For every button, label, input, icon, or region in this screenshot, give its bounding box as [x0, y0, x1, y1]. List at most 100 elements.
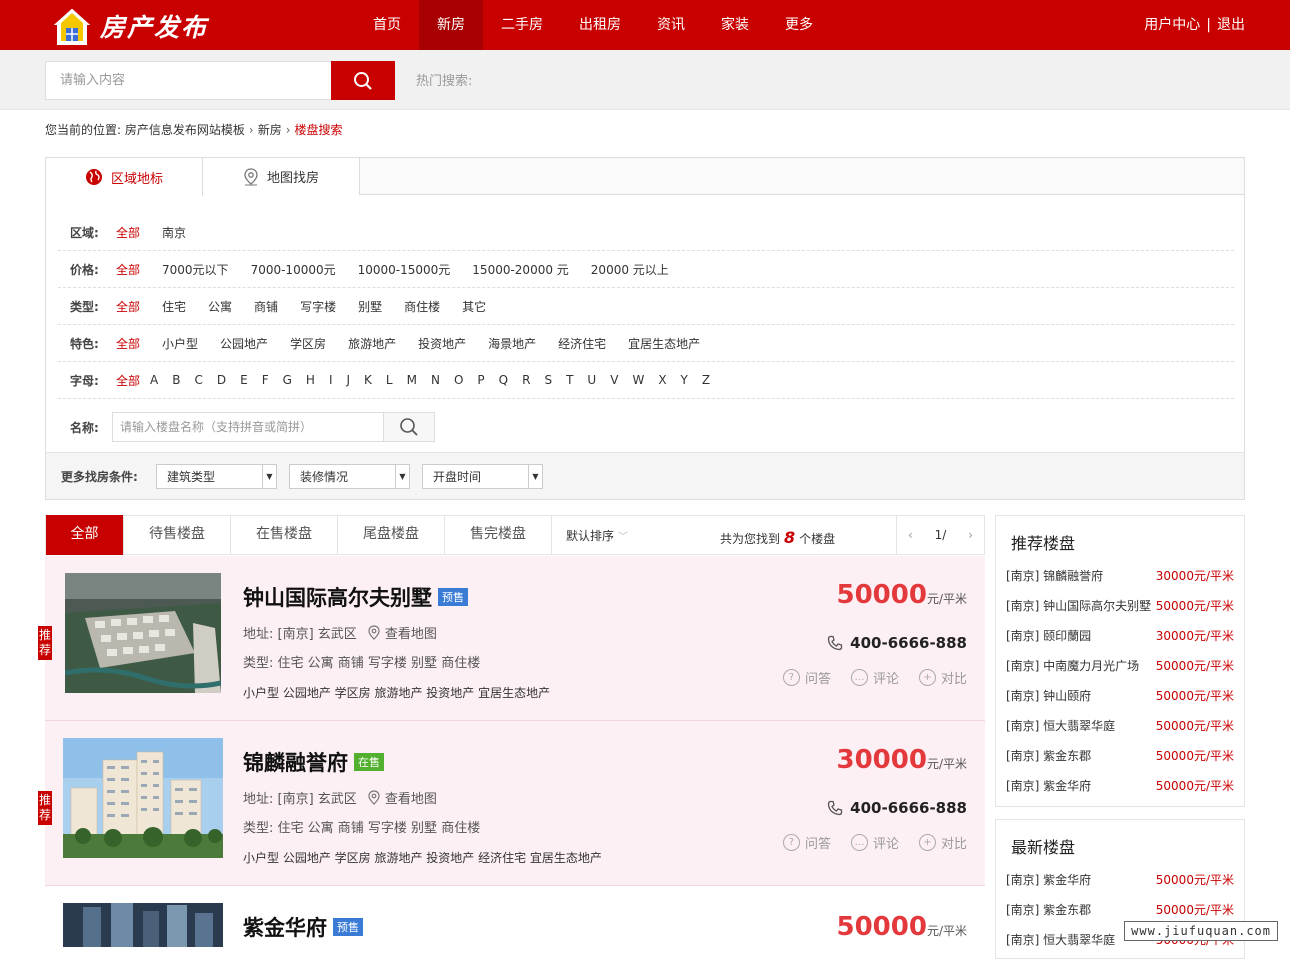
filter-option[interactable]: 10000-15000元 [358, 261, 451, 278]
project-name-search-button[interactable] [384, 412, 435, 442]
letter-option[interactable]: M [407, 373, 417, 387]
listing-thumbnail[interactable] [65, 573, 221, 693]
filter-option[interactable]: 投资地产 [418, 335, 466, 352]
filter-option[interactable]: 全部 [116, 372, 140, 389]
logout-link[interactable]: 退出 [1217, 17, 1245, 33]
search-input[interactable]: 请输入内容 [45, 61, 331, 100]
letter-option[interactable]: V [610, 373, 618, 387]
letter-option[interactable]: Z [702, 373, 710, 387]
letter-option[interactable]: Y [681, 373, 688, 387]
filter-option[interactable]: 全部 [116, 261, 140, 278]
filter-option[interactable]: 全部 [116, 298, 140, 315]
qa-button[interactable]: ? 问答 [782, 833, 831, 852]
filter-option[interactable]: 公园地产 [220, 335, 268, 352]
filter-option[interactable]: 公寓 [208, 298, 232, 315]
letter-option[interactable]: U [587, 373, 596, 387]
tab-sold-out[interactable]: 售完楼盘 [445, 515, 552, 555]
letter-option[interactable]: S [544, 373, 552, 387]
building-type-select[interactable]: 建筑类型 ▼ [156, 463, 277, 489]
letter-option[interactable]: T [566, 373, 573, 387]
filter-option[interactable]: 商铺 [254, 298, 278, 315]
list-item[interactable]: [南京] 钟山颐府 50000元/平米 [1006, 680, 1234, 710]
user-center-link[interactable]: 用户中心 [1144, 17, 1200, 33]
filter-option[interactable]: 住宅 [162, 298, 186, 315]
listing-title[interactable]: 紫金华府 预售 [243, 912, 363, 942]
list-item[interactable]: [南京] 恒大翡翠华庭 50000元/平米 [1006, 710, 1234, 740]
nav-home[interactable]: 首页 [355, 0, 419, 50]
listing-title[interactable]: 钟山国际高尔夫别墅 预售 [243, 582, 468, 612]
filter-option[interactable]: 其它 [462, 298, 486, 315]
letter-option[interactable]: A [150, 373, 158, 387]
letter-option[interactable]: Q [499, 373, 508, 387]
list-item[interactable]: [南京] 紫金东郡 50000元/平米 [1006, 740, 1234, 770]
list-item[interactable]: [南京] 颐印蘭园 30000元/平米 [1006, 620, 1234, 650]
breadcrumb-item-site[interactable]: 房产信息发布网站模板 [125, 123, 245, 137]
letter-option[interactable]: E [240, 373, 248, 387]
filter-option[interactable]: 全部 [116, 335, 140, 352]
list-item[interactable]: [南京] 钟山国际高尔夫别墅 50000元/平米 [1006, 590, 1234, 620]
letter-option[interactable]: X [658, 373, 666, 387]
list-item[interactable]: [南京] 紫金华府 50000元/平米 [1006, 864, 1234, 894]
chevron-right-icon[interactable]: › [968, 528, 973, 542]
letter-option[interactable]: F [262, 373, 269, 387]
filter-option[interactable]: 7000元以下 [162, 261, 229, 278]
tab-map-search[interactable]: 地图找房 [203, 158, 360, 195]
filter-option[interactable]: 7000-10000元 [251, 261, 336, 278]
letter-option[interactable]: P [477, 373, 484, 387]
listing-thumbnail[interactable] [63, 738, 223, 858]
listing-phone[interactable]: 400-6666-888 [827, 799, 967, 817]
nav-news[interactable]: 资讯 [639, 0, 703, 50]
letter-option[interactable]: O [454, 373, 463, 387]
project-name-input[interactable]: 请输入楼盘名称（支持拼音或简拼） [112, 412, 384, 442]
tab-upcoming[interactable]: 待售楼盘 [124, 515, 231, 555]
tab-region[interactable]: 区域地标 [46, 158, 203, 196]
decoration-select[interactable]: 装修情况 ▼ [289, 463, 410, 489]
filter-option[interactable]: 别墅 [358, 298, 382, 315]
compare-button[interactable]: + 对比 [918, 833, 967, 852]
listing-phone[interactable]: 400-6666-888 [827, 634, 967, 652]
site-logo[interactable]: 房产发布 [50, 4, 208, 48]
tab-final[interactable]: 尾盘楼盘 [338, 515, 445, 555]
list-item[interactable]: [南京] 中南魔力月光广场 50000元/平米 [1006, 650, 1234, 680]
letter-option[interactable]: B [172, 373, 180, 387]
listing-thumbnail[interactable] [63, 903, 223, 947]
filter-option[interactable]: 20000 元以上 [591, 261, 669, 278]
filter-option[interactable]: 全部 [116, 224, 140, 241]
nav-more[interactable]: 更多 [767, 0, 831, 50]
chevron-left-icon[interactable]: ‹ [908, 528, 913, 542]
listing-title[interactable]: 锦麟融誉府 在售 [243, 747, 384, 777]
letter-option[interactable]: G [283, 373, 292, 387]
listing-card[interactable]: 紫金华府 预售 50000元/平米 [45, 886, 985, 947]
filter-option[interactable]: 商住楼 [404, 298, 440, 315]
breadcrumb-item-new-homes[interactable]: 新房 [258, 123, 282, 137]
filter-option[interactable]: 海景地产 [488, 335, 536, 352]
comment-button[interactable]: … 评论 [850, 833, 899, 852]
filter-option[interactable]: 南京 [162, 224, 186, 241]
letter-option[interactable]: C [194, 373, 202, 387]
letter-option[interactable]: H [306, 373, 315, 387]
letter-option[interactable]: W [632, 373, 644, 387]
nav-rentals[interactable]: 出租房 [561, 0, 639, 50]
tab-on-sale[interactable]: 在售楼盘 [231, 515, 338, 555]
search-button[interactable] [331, 61, 395, 100]
letter-option[interactable]: N [431, 373, 440, 387]
view-map-link[interactable]: 查看地图 [367, 623, 437, 642]
view-map-link[interactable]: 查看地图 [367, 788, 437, 807]
nav-decoration[interactable]: 家装 [703, 0, 767, 50]
letter-option[interactable]: I [329, 373, 333, 387]
nav-new-homes[interactable]: 新房 [419, 0, 483, 50]
sort-dropdown[interactable]: 默认排序 ﹀ [552, 527, 630, 544]
list-item[interactable]: [南京] 紫金华府 50000元/平米 [1006, 770, 1234, 800]
listing-card[interactable]: 推荐 钟山国际高尔夫别墅 预售 地址: [南京] 玄武区 查看地图 类型: 住宅 … [38, 556, 985, 721]
filter-option[interactable]: 学区房 [290, 335, 326, 352]
letter-option[interactable]: K [364, 373, 372, 387]
letter-option[interactable]: L [386, 373, 393, 387]
tab-all[interactable]: 全部 [46, 515, 124, 555]
opening-time-select[interactable]: 开盘时间 ▼ [422, 463, 543, 489]
listing-card[interactable]: 推荐 锦麟融誉府 在售 地址: [南京] 玄武区 查看地图 类型: 住宅 公寓 商… [38, 721, 985, 886]
comment-button[interactable]: … 评论 [850, 668, 899, 687]
filter-option[interactable]: 宜居生态地产 [628, 335, 700, 352]
list-item[interactable]: [南京] 紫金东郡 50000元/平米 [1006, 894, 1234, 924]
compare-button[interactable]: + 对比 [918, 668, 967, 687]
filter-option[interactable]: 15000-20000 元 [472, 261, 569, 278]
